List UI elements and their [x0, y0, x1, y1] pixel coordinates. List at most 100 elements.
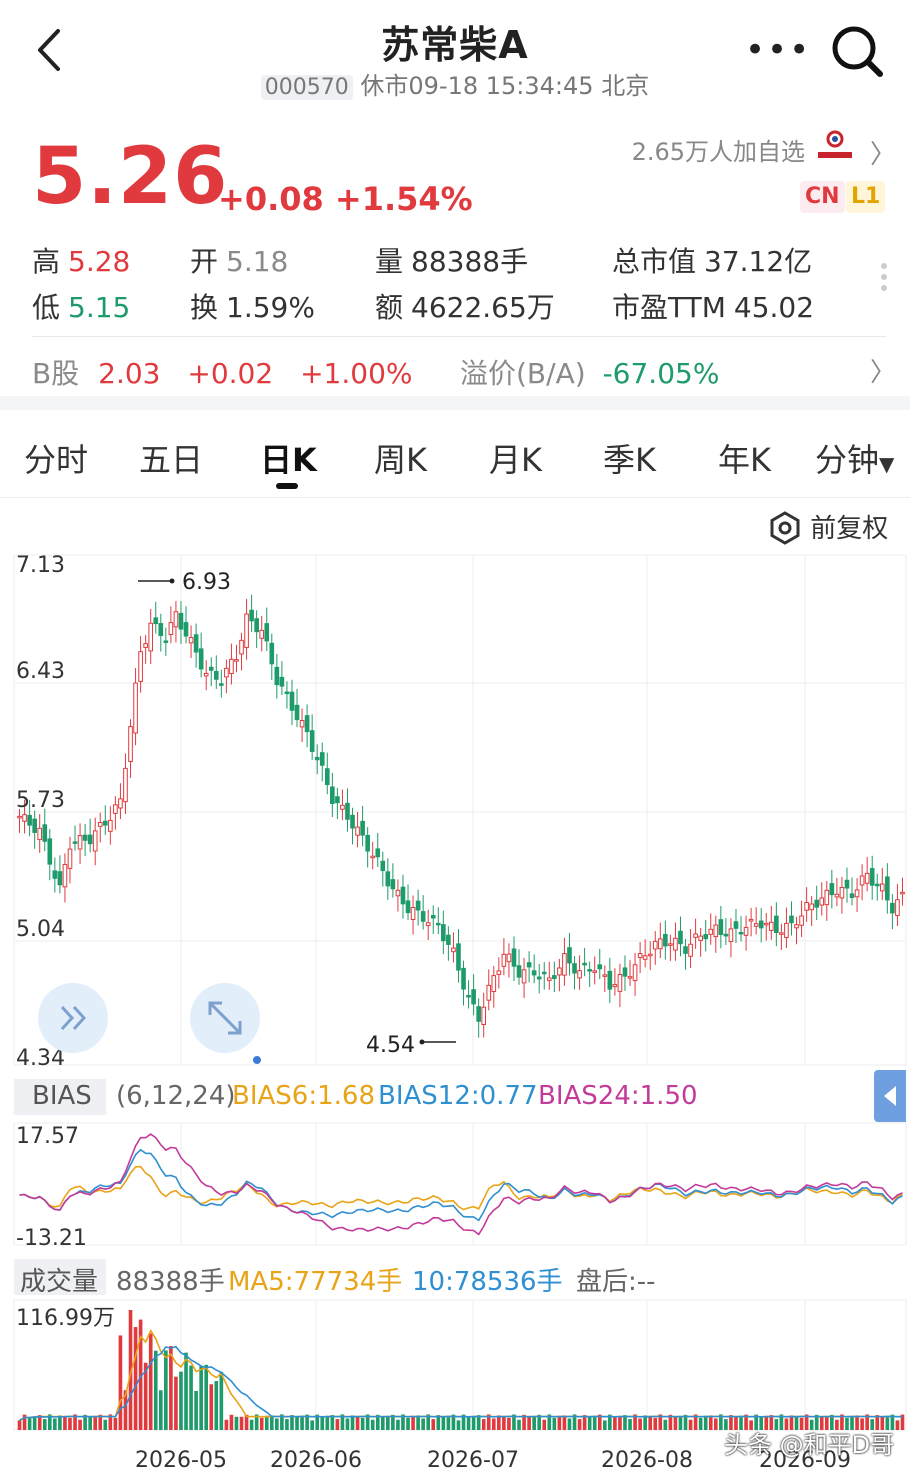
bias-y-bottom: -13.21 — [16, 1226, 87, 1251]
candle-body — [854, 889, 860, 898]
candle-body — [254, 618, 259, 633]
volume-bar — [93, 1416, 98, 1430]
collapse-panel-icon[interactable] — [874, 1070, 906, 1122]
forward-double-chevron-icon[interactable] — [38, 983, 108, 1053]
volume-bar — [17, 1420, 22, 1430]
candle-body — [405, 900, 411, 914]
watchers-count[interactable]: 2.65万人加自选 — [632, 132, 805, 167]
max-marker-dot — [169, 578, 175, 584]
premium-label: 溢价(B/A) — [460, 357, 586, 390]
candle-body — [77, 835, 83, 850]
volume-bar — [587, 1416, 592, 1430]
candle-body — [82, 834, 88, 841]
candle-body — [289, 691, 295, 711]
tab-five-day[interactable]: 五日 — [139, 435, 203, 481]
candle-body — [481, 1006, 487, 1025]
chevron-right-icon[interactable]: 〉 — [870, 352, 896, 389]
candle-body — [466, 994, 471, 998]
volume-bar — [335, 1419, 340, 1430]
candle-body — [113, 804, 118, 814]
candle-body — [52, 870, 58, 879]
candle-body — [451, 947, 456, 953]
price-change: +0.08 +1.54% — [218, 180, 473, 218]
candle-body — [900, 891, 905, 895]
volume-bar — [285, 1419, 289, 1430]
volume-bar — [148, 1333, 153, 1430]
tab-fenshi[interactable]: 分时 — [24, 435, 88, 481]
date-axis-label: 2026-05 — [135, 1448, 227, 1473]
candle-body — [370, 855, 376, 859]
candle-body — [617, 974, 623, 992]
candle-body — [193, 634, 199, 653]
candle-body — [67, 848, 73, 869]
volume-name[interactable]: 成交量 — [20, 1261, 98, 1298]
volume-bar — [209, 1384, 214, 1430]
volume-bar — [471, 1416, 476, 1430]
candle-body — [365, 834, 370, 852]
volume-bar — [370, 1419, 375, 1430]
candle-body — [597, 964, 603, 970]
candle-body — [829, 883, 835, 896]
tab-season-k[interactable]: 季K — [603, 435, 656, 481]
tab-day-k[interactable]: 日K — [260, 435, 317, 481]
candle-body — [531, 970, 537, 976]
candle-body — [673, 937, 678, 951]
volume-bar — [638, 1418, 642, 1430]
candle-body — [304, 715, 310, 733]
volume-ma10: 10:78536手 — [412, 1267, 563, 1297]
candle-body — [138, 651, 143, 682]
stat-pe-ttm: 市盈TTM 45.02 — [612, 291, 815, 324]
volume-bar — [184, 1352, 188, 1430]
volume-bar — [189, 1365, 193, 1430]
candle-body — [345, 802, 350, 820]
candle-body — [844, 879, 850, 889]
candle-body — [738, 931, 744, 935]
date-axis-label: 2026-06 — [270, 1448, 362, 1473]
volume-bar — [602, 1420, 607, 1430]
candle-body — [229, 658, 234, 675]
tab-minute[interactable]: 分钟▼ — [815, 435, 894, 481]
bshare-price: 2.03 — [98, 357, 161, 390]
candle-body — [380, 860, 386, 872]
bshare-label: B股 — [32, 357, 80, 390]
volume-bar — [179, 1371, 183, 1430]
volume-bar — [380, 1416, 385, 1430]
volume-bar — [532, 1416, 536, 1430]
bias-name[interactable]: BIAS — [32, 1081, 92, 1111]
candle-body — [148, 622, 154, 652]
kline-chart-area[interactable]: 7.136.435.735.044.346.934.5417.57-13.211… — [0, 545, 910, 1473]
change-percent: +1.54% — [334, 180, 473, 218]
candle-body — [511, 948, 517, 967]
volume-bar — [618, 1416, 622, 1430]
adjust-mode-button[interactable]: 前复权 — [768, 508, 888, 545]
tab-week-k[interactable]: 周K — [374, 435, 427, 481]
bias12-line — [19, 1148, 903, 1222]
volume-bar — [688, 1419, 693, 1430]
candle-body — [708, 928, 714, 935]
volume-bar — [158, 1390, 163, 1430]
search-icon[interactable] — [828, 22, 888, 82]
tab-month-k[interactable]: 月K — [489, 435, 542, 481]
panel-frame — [13, 1299, 907, 1431]
fullscreen-expand-icon[interactable] — [190, 983, 260, 1053]
volume-bar — [275, 1418, 279, 1430]
tab-year-k[interactable]: 年K — [718, 435, 771, 481]
candle-body — [183, 622, 189, 637]
candle-body — [188, 637, 194, 644]
more-dots-icon[interactable]: ••• — [745, 30, 811, 70]
volume-bar — [673, 1416, 678, 1430]
volume-bar — [264, 1415, 269, 1430]
candle-body — [350, 814, 355, 829]
chevron-right-icon[interactable]: 〉 — [870, 134, 896, 171]
volume-bar — [446, 1417, 451, 1430]
candle-body — [385, 871, 391, 887]
candle-body — [284, 691, 290, 695]
volume-bar — [406, 1417, 410, 1430]
volume-bar — [345, 1418, 350, 1430]
bshare-row[interactable]: B股 2.03 +0.02 +1.00% — [32, 352, 413, 392]
expand-dots-icon[interactable] — [878, 258, 890, 298]
candle-body — [57, 871, 63, 886]
volume-bar — [229, 1414, 234, 1430]
candle-body — [612, 984, 618, 988]
candle-body — [441, 924, 446, 942]
